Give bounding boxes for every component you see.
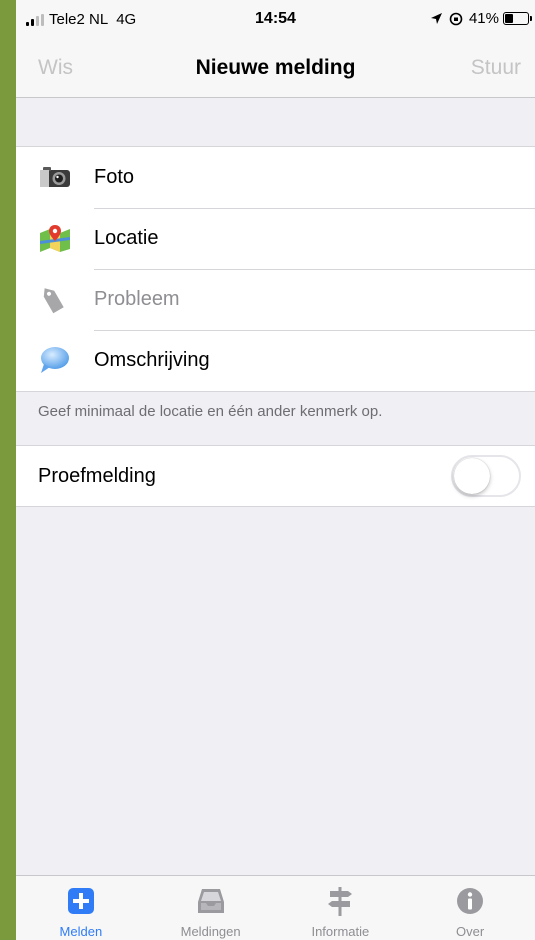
status-right: 41% bbox=[430, 10, 532, 27]
tag-icon bbox=[43, 288, 64, 314]
status-bar: Tele2 NL 4G 14:54 41% bbox=[16, 0, 535, 40]
test-report-toggle[interactable] bbox=[451, 455, 521, 497]
toggle-knob bbox=[454, 458, 490, 494]
battery-percent: 41% bbox=[468, 10, 499, 27]
field-row-description[interactable]: Omschrijving bbox=[16, 330, 535, 391]
settings-list: Proefmelding bbox=[16, 445, 535, 507]
tab-label: Informatie bbox=[311, 924, 370, 939]
tab-melden[interactable]: Melden bbox=[16, 876, 146, 940]
form-hint: Geef minimaal de locatie en één ander ke… bbox=[38, 403, 383, 420]
report-fields-list: Foto Locatie Probleem Omschrijving bbox=[16, 146, 535, 392]
test-report-row: Proefmelding bbox=[16, 446, 535, 506]
location-arrow-icon bbox=[430, 13, 442, 24]
inbox-icon bbox=[197, 889, 224, 913]
plus-square-icon bbox=[67, 888, 94, 914]
camera-icon bbox=[40, 167, 70, 187]
tab-meldingen[interactable]: Meldingen bbox=[146, 876, 276, 940]
field-row-photo[interactable]: Foto bbox=[16, 147, 535, 208]
field-label-location: Locatie bbox=[94, 227, 159, 249]
signpost-icon bbox=[328, 887, 353, 916]
test-report-label: Proefmelding bbox=[38, 465, 156, 487]
tab-label: Over bbox=[456, 924, 485, 939]
info-icon bbox=[457, 888, 484, 914]
field-row-problem[interactable]: Probleem bbox=[16, 269, 535, 330]
tab-label: Meldingen bbox=[180, 924, 241, 939]
field-label-problem: Probleem bbox=[94, 288, 180, 310]
navigation-bar: Wis Nieuwe melding Stuur bbox=[16, 40, 535, 98]
phone-screen: Tele2 NL 4G 14:54 41% Wis Nieuwe melding… bbox=[16, 0, 535, 940]
tab-informatie[interactable]: Informatie bbox=[276, 876, 406, 940]
field-row-location[interactable]: Locatie bbox=[16, 208, 535, 269]
battery-icon bbox=[503, 12, 532, 25]
tab-over[interactable]: Over bbox=[405, 876, 535, 940]
tab-label: Melden bbox=[59, 924, 103, 939]
page-title: Nieuwe melding bbox=[195, 56, 356, 79]
map-pin-icon bbox=[40, 225, 70, 252]
orientation-lock-icon bbox=[449, 12, 463, 25]
field-label-photo: Foto bbox=[94, 166, 135, 188]
send-button[interactable]: Stuur bbox=[471, 56, 521, 80]
tab-bar: Melden Meldingen Informatie Over bbox=[16, 875, 535, 940]
speech-bubble-icon bbox=[41, 347, 69, 373]
field-label-description: Omschrijving bbox=[94, 349, 210, 371]
